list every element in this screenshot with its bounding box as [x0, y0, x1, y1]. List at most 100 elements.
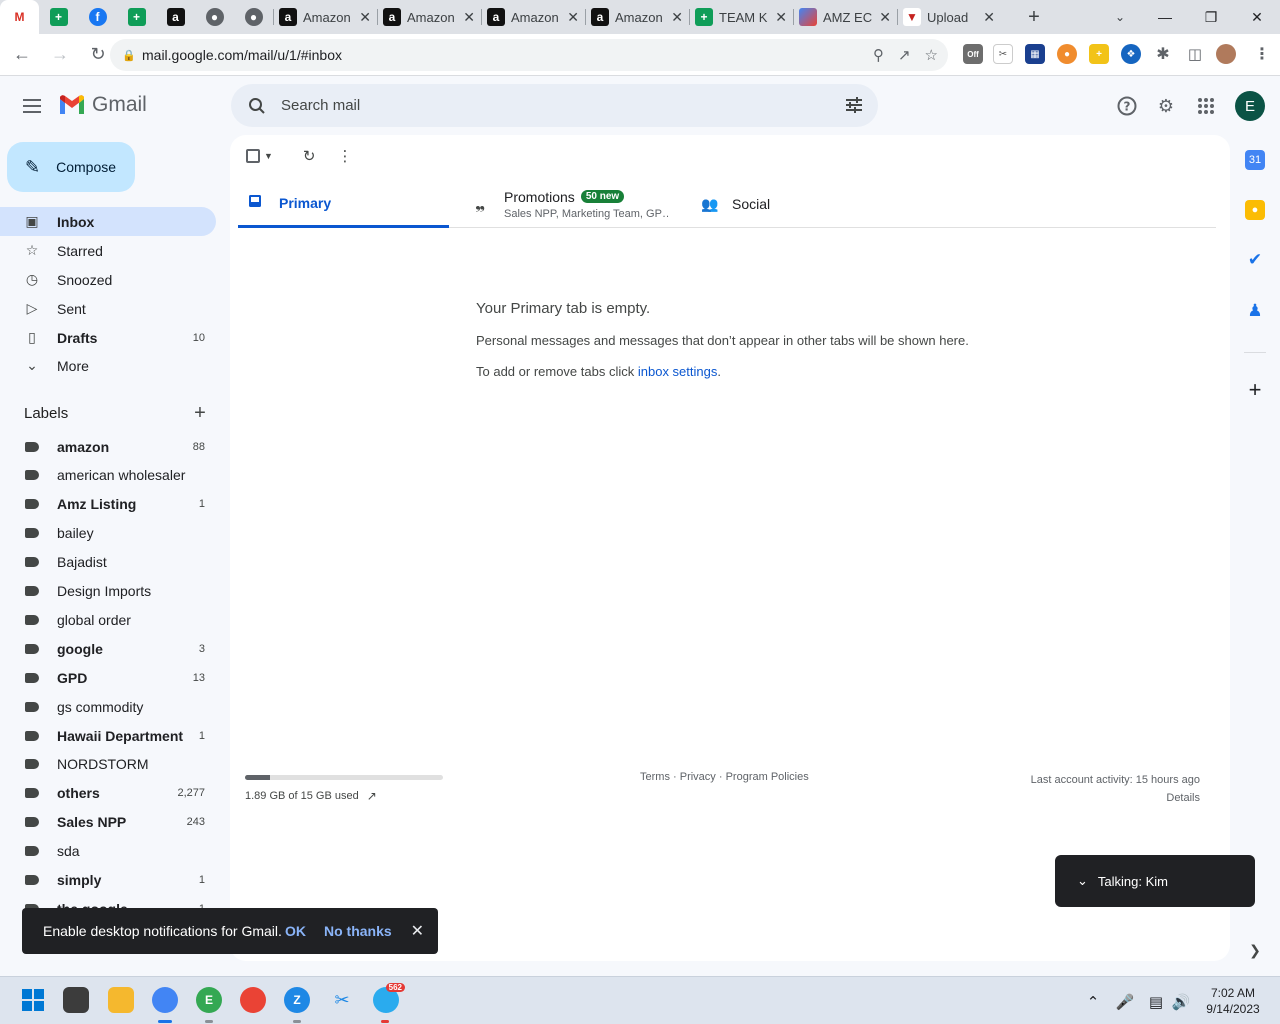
- browser-tab[interactable]: + TEAM K ✕: [689, 0, 793, 34]
- label-item[interactable]: sda: [0, 837, 216, 866]
- address-bar[interactable]: 🔒 mail.google.com/mail/u/1/#inbox ⚲ ↗ ☆: [110, 39, 948, 71]
- contacts-icon[interactable]: ♟: [1245, 301, 1265, 321]
- zoom-app-icon[interactable]: Z: [284, 987, 310, 1013]
- browser-tab[interactable]: ●: [195, 0, 234, 34]
- snipping-tool-icon[interactable]: ✂: [329, 987, 355, 1013]
- extension-target-icon[interactable]: ❖: [1121, 44, 1141, 64]
- chrome-icon[interactable]: [152, 987, 178, 1013]
- label-item[interactable]: simply 1: [0, 866, 216, 895]
- close-window-button[interactable]: ✕: [1234, 0, 1280, 34]
- browser-tab[interactable]: a: [156, 0, 195, 34]
- nav-item-starred[interactable]: ☆ Starred: [0, 236, 216, 265]
- extension-scout-icon[interactable]: +: [1089, 44, 1109, 64]
- create-label-plus-icon[interactable]: +: [191, 402, 209, 424]
- browser-tab[interactable]: a Amazon ✕: [585, 0, 689, 34]
- close-tab-icon[interactable]: ✕: [671, 9, 683, 26]
- profile-avatar-icon[interactable]: [1216, 44, 1236, 64]
- nav-item-snoozed[interactable]: ◷ Snoozed: [0, 265, 216, 294]
- label-item[interactable]: bailey: [0, 519, 216, 548]
- help-icon[interactable]: ?: [1115, 94, 1139, 118]
- toast-close-icon[interactable]: ✕: [411, 921, 424, 941]
- terms-link[interactable]: Terms: [640, 771, 670, 783]
- talking-indicator[interactable]: ⌄ Talking: Kim: [1055, 855, 1255, 907]
- forward-button[interactable]: →: [44, 39, 76, 71]
- tab-social[interactable]: 👥 Social: [701, 180, 851, 228]
- extension-circle-icon[interactable]: ●: [1057, 44, 1077, 64]
- label-item[interactable]: american wholesaler: [0, 461, 216, 490]
- close-tab-icon[interactable]: ✕: [359, 9, 371, 26]
- chevron-right-icon[interactable]: ❯: [1247, 941, 1263, 959]
- close-tab-icon[interactable]: ✕: [983, 9, 995, 26]
- refresh-icon[interactable]: ↻: [303, 147, 316, 165]
- nav-item-more[interactable]: ⌄ More: [0, 351, 216, 380]
- label-item[interactable]: Design Imports: [0, 577, 216, 606]
- chrome-profile-e-icon[interactable]: E: [196, 987, 222, 1013]
- details-link[interactable]: Details: [1031, 789, 1200, 807]
- label-item[interactable]: google 3: [0, 634, 216, 663]
- search-options-icon[interactable]: [844, 95, 864, 115]
- extension-grid-icon[interactable]: ▦: [1025, 44, 1045, 64]
- network-icon[interactable]: ▤: [1145, 991, 1167, 1013]
- label-item[interactable]: Hawaii Department 1: [0, 721, 216, 750]
- chrome-third-icon[interactable]: [240, 987, 266, 1013]
- search-input[interactable]: [281, 97, 821, 114]
- browser-tab[interactable]: a Amazon ✕: [273, 0, 377, 34]
- microphone-icon[interactable]: 🎤: [1114, 991, 1136, 1013]
- nav-item-sent[interactable]: ▷ Sent: [0, 294, 216, 323]
- task-view-icon[interactable]: [63, 987, 89, 1013]
- file-explorer-icon[interactable]: [108, 987, 134, 1013]
- close-tab-icon[interactable]: ✕: [775, 9, 787, 26]
- label-item[interactable]: amazon 88: [0, 432, 216, 461]
- extensions-puzzle-icon[interactable]: ✱: [1153, 44, 1173, 64]
- bookmark-star-icon[interactable]: ☆: [925, 46, 938, 64]
- minimize-button[interactable]: —: [1142, 0, 1188, 34]
- calendar-icon[interactable]: 31: [1245, 150, 1265, 170]
- more-options-icon[interactable]: ⋮: [338, 147, 353, 165]
- telegram-icon[interactable]: 562: [373, 983, 405, 1013]
- volume-icon[interactable]: 🔊: [1170, 991, 1192, 1013]
- browser-tab[interactable]: a Amazon ✕: [377, 0, 481, 34]
- select-all-checkbox[interactable]: [246, 149, 260, 163]
- label-item[interactable]: global order: [0, 605, 216, 634]
- toast-no-thanks-button[interactable]: No thanks: [324, 923, 392, 939]
- extension-off-icon[interactable]: Off: [963, 44, 983, 64]
- browser-tab[interactable]: +: [117, 0, 156, 34]
- label-item[interactable]: Bajadist: [0, 548, 216, 577]
- extension-scissors-icon[interactable]: ✂: [993, 44, 1013, 64]
- settings-gear-icon[interactable]: ⚙: [1154, 94, 1178, 118]
- program-policies-link[interactable]: Program Policies: [726, 771, 809, 783]
- browser-tab[interactable]: ▼ Upload ✕: [897, 0, 1001, 34]
- privacy-link[interactable]: Privacy: [680, 771, 716, 783]
- windows-start-icon[interactable]: [20, 987, 46, 1013]
- nav-item-drafts[interactable]: ▯ Drafts 10: [0, 323, 216, 352]
- browser-menu-icon[interactable]: ⋮: [1252, 44, 1272, 64]
- close-tab-icon[interactable]: ✕: [879, 9, 891, 26]
- label-item[interactable]: Sales NPP 243: [0, 808, 216, 837]
- label-item[interactable]: NORDSTORM: [0, 750, 216, 779]
- browser-tab[interactable]: AMZ EC ✕: [793, 0, 897, 34]
- toast-ok-button[interactable]: OK: [285, 923, 306, 939]
- external-link-icon[interactable]: ↗: [367, 789, 377, 803]
- tab-search-chevron-icon[interactable]: ⌄: [1108, 4, 1132, 30]
- close-tab-icon[interactable]: ✕: [567, 9, 579, 26]
- new-tab-button[interactable]: +: [1022, 4, 1046, 30]
- close-tab-icon[interactable]: ✕: [463, 9, 475, 26]
- label-item[interactable]: gs commodity: [0, 692, 216, 721]
- main-menu-icon[interactable]: [20, 94, 44, 118]
- compose-button[interactable]: ✎ Compose: [7, 142, 135, 192]
- show-hidden-icons-chevron-icon[interactable]: ⌃: [1082, 991, 1104, 1013]
- share-icon[interactable]: ↗: [898, 46, 911, 64]
- label-item[interactable]: GPD 13: [0, 663, 216, 692]
- tab-promotions[interactable]: ❠ Promotions 50 new Sales NPP, Marketing…: [473, 180, 693, 228]
- inbox-settings-link[interactable]: inbox settings: [638, 364, 718, 379]
- keep-icon[interactable]: ●: [1245, 200, 1265, 220]
- label-item[interactable]: others 2,277: [0, 779, 216, 808]
- google-apps-icon[interactable]: [1194, 94, 1218, 118]
- account-avatar[interactable]: E: [1235, 91, 1265, 121]
- browser-tab[interactable]: a Amazon ✕: [481, 0, 585, 34]
- back-button[interactable]: ←: [6, 39, 38, 71]
- search-icon[interactable]: [247, 96, 267, 116]
- browser-tab[interactable]: f: [78, 0, 117, 34]
- side-panel-icon[interactable]: ◫: [1185, 44, 1205, 64]
- label-item[interactable]: Amz Listing 1: [0, 490, 216, 519]
